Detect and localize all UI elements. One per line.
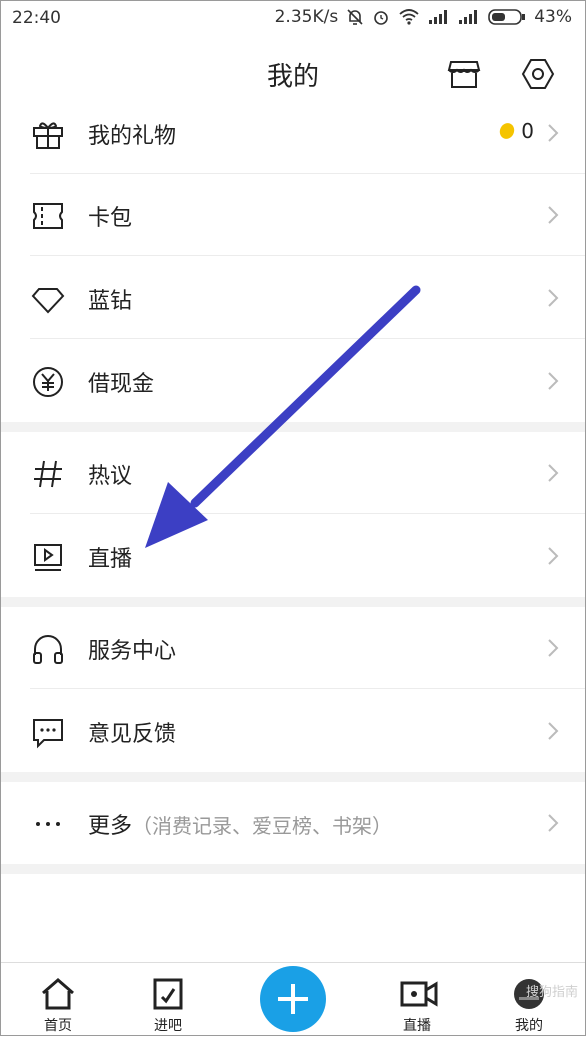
screenshot-frame: [0, 0, 586, 1036]
